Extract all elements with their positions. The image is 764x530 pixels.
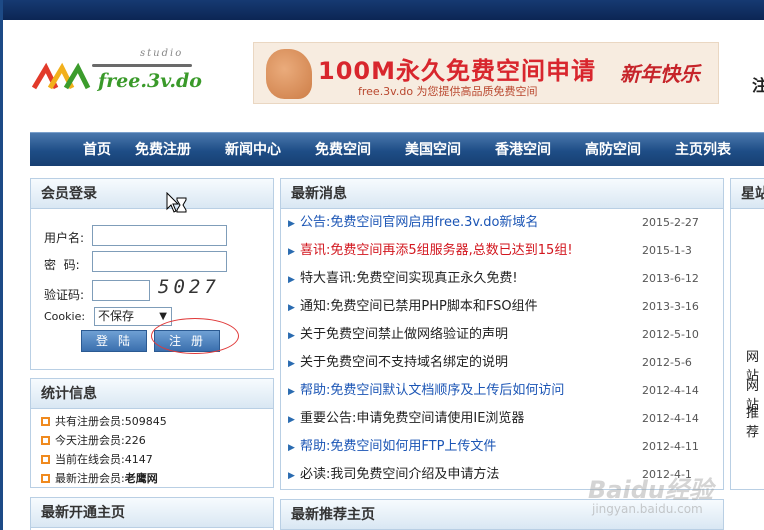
news-item-title[interactable]: 公告:免费空间官网启用free.3v.do新域名: [300, 209, 538, 237]
stat-label: 今天注册会员:: [55, 434, 125, 447]
nav-free-register[interactable]: 免费注册: [135, 133, 191, 167]
banner-headline: 100M永久免费空间申请: [318, 57, 596, 85]
bullet-square-icon: [41, 474, 50, 483]
news-item-date: 2012-5-10: [642, 328, 699, 341]
news-item-title[interactable]: 通知:免费空间已禁用PHP脚本和FSO组件: [300, 293, 538, 321]
username-input[interactable]: [92, 225, 227, 246]
news-item[interactable]: ▶ 帮助:免费空间如何用FTP上传文件 2012-4-11: [288, 433, 700, 461]
stat-total-members: 共有注册会员:509845: [41, 413, 167, 429]
highlight-annotation: [151, 318, 239, 354]
news-item-date: 2012-4-14: [642, 412, 699, 425]
news-title: 最新消息: [281, 179, 723, 209]
captcha-label: 验证码:: [44, 288, 85, 302]
logo-domain-text: free.3v.do: [98, 70, 202, 92]
news-item[interactable]: ▶ 关于免费空间不支持域名绑定的说明 2012-5-6: [288, 349, 700, 377]
password-input[interactable]: [92, 251, 227, 272]
news-item-title[interactable]: 关于免费空间不支持域名绑定的说明: [300, 349, 508, 377]
news-item-title[interactable]: 特大喜讯:免费空间实现真正永久免费!: [300, 265, 518, 293]
right-panel-line[interactable]: 推荐: [746, 402, 764, 440]
news-item-date: 2015-2-27: [642, 216, 699, 229]
arrow-right-icon: ▶: [288, 471, 295, 481]
top-bar: [0, 0, 764, 20]
nav-us-space[interactable]: 美国空间: [405, 133, 461, 167]
arrow-right-icon: ▶: [288, 443, 295, 453]
news-item-date: 2012-5-6: [642, 356, 692, 369]
news-item-title[interactable]: 关于免费空间禁止做网络验证的声明: [300, 321, 508, 349]
news-item-date: 2015-1-3: [642, 244, 692, 257]
news-item-title[interactable]: 重要公告:申请免费空间请使用IE浏览器: [300, 405, 524, 433]
right-panel-title: 星站: [731, 179, 764, 209]
login-button[interactable]: 登陆: [81, 330, 147, 352]
news-item-title[interactable]: 必读:我司免费空间介绍及申请方法: [300, 461, 499, 489]
stat-value: 4147: [124, 453, 153, 466]
news-item-date: 2013-6-12: [642, 272, 699, 285]
bullet-square-icon: [41, 436, 50, 445]
right-panel: 星站: [730, 178, 764, 490]
news-item[interactable]: ▶ 特大喜讯:免费空间实现真正永久免费! 2013-6-12: [288, 265, 700, 293]
arrow-right-icon: ▶: [288, 275, 295, 285]
watermark-logo: Baidu经验: [588, 476, 713, 504]
nav-ddos-space[interactable]: 高防空间: [585, 133, 641, 167]
nav-news-center[interactable]: 新闻中心: [225, 133, 281, 167]
arrow-right-icon: ▶: [288, 303, 295, 313]
stat-label: 当前在线会员:: [55, 453, 125, 466]
news-item[interactable]: ▶ 公告:免费空间官网启用free.3v.do新域名 2015-2-27: [288, 209, 700, 237]
news-item[interactable]: ▶ 帮助:免费空间默认文档顺序及上传后如何访问 2012-4-14: [288, 377, 700, 405]
bullet-square-icon: [41, 417, 50, 426]
stat-label: 共有注册会员:: [55, 415, 125, 428]
news-item[interactable]: ▶ 关于免费空间禁止做网络验证的声明 2012-5-10: [288, 321, 700, 349]
arrow-right-icon: ▶: [288, 415, 295, 425]
arrow-right-icon: ▶: [288, 331, 295, 341]
left-edge: [0, 0, 3, 530]
captcha-input[interactable]: [92, 280, 150, 301]
banner-greeting: 新年快乐: [620, 62, 700, 86]
arrow-right-icon: ▶: [288, 387, 295, 397]
cookie-select-value: 不保存: [98, 309, 135, 323]
nav-free-space[interactable]: 免费空间: [315, 133, 371, 167]
news-item-title[interactable]: 帮助:免费空间如何用FTP上传文件: [300, 433, 496, 461]
main-nav: 首页 免费注册 新闻中心 免费空间 美国空间 香港空间 高防空间 主页列表: [30, 132, 764, 166]
promo-banner[interactable]: 100M永久免费空间申请 free.3v.do 为您提供高品质免费空间 新年快乐: [253, 42, 719, 104]
stats-title: 统计信息: [31, 379, 273, 409]
news-item[interactable]: ▶ 重要公告:申请免费空间请使用IE浏览器 2012-4-14: [288, 405, 700, 433]
bullet-square-icon: [41, 455, 50, 464]
banner-subtext: free.3v.do 为您提供高品质免费空间: [358, 85, 538, 98]
latest-sites-panel: 最新开通主页: [30, 497, 274, 530]
username-label: 用户名:: [44, 231, 85, 245]
arrow-right-icon: ▶: [288, 219, 295, 229]
header-right-text: 注: [752, 76, 764, 95]
cookie-select[interactable]: 不保存 ▼: [94, 307, 172, 326]
news-item-date: 2012-4-11: [642, 440, 699, 453]
stat-value: 226: [124, 434, 146, 447]
cookie-label: Cookie:: [44, 310, 86, 323]
stat-newest-member: 最新注册会员:老鹰网: [41, 470, 158, 486]
login-title: 会员登录: [31, 179, 273, 209]
stat-value: 509845: [124, 415, 167, 428]
news-item-title[interactable]: 喜讯:免费空间再添5组服务器,总数已达到15组!: [300, 237, 573, 265]
stat-label: 最新注册会员:: [55, 472, 125, 485]
logo-swoosh: [92, 64, 192, 67]
news-item[interactable]: ▶ 通知:免费空间已禁用PHP脚本和FSO组件 2013-3-16: [288, 293, 700, 321]
news-item[interactable]: ▶ 喜讯:免费空间再添5组服务器,总数已达到15组! 2015-1-3: [288, 237, 700, 265]
password-label: 密 码:: [44, 258, 80, 272]
news-item-title[interactable]: 帮助:免费空间默认文档顺序及上传后如何访问: [300, 377, 564, 405]
latest-sites-title: 最新开通主页: [31, 498, 273, 528]
nav-home[interactable]: 首页: [83, 133, 111, 167]
arrow-right-icon: ▶: [288, 247, 295, 257]
nav-hk-space[interactable]: 香港空间: [495, 133, 551, 167]
watermark-url: jingyan.baidu.com: [592, 502, 703, 516]
cursor-busy-icon: [166, 192, 187, 213]
logo-mark-icon: [32, 62, 91, 90]
nav-homepage-list[interactable]: 主页列表: [675, 133, 731, 167]
stat-online-members: 当前在线会员:4147: [41, 451, 153, 467]
news-item-date: 2013-3-16: [642, 300, 699, 313]
stat-value-link[interactable]: 老鹰网: [125, 472, 158, 485]
stat-today-members: 今天注册会员:226: [41, 432, 146, 448]
site-logo[interactable]: studio free.3v.do: [32, 48, 202, 100]
news-item-date: 2012-4-14: [642, 384, 699, 397]
captcha-image[interactable]: 5027: [158, 276, 220, 298]
logo-studio-text: studio: [140, 48, 184, 59]
arrow-right-icon: ▶: [288, 359, 295, 369]
goat-illustration-icon: [266, 49, 312, 99]
